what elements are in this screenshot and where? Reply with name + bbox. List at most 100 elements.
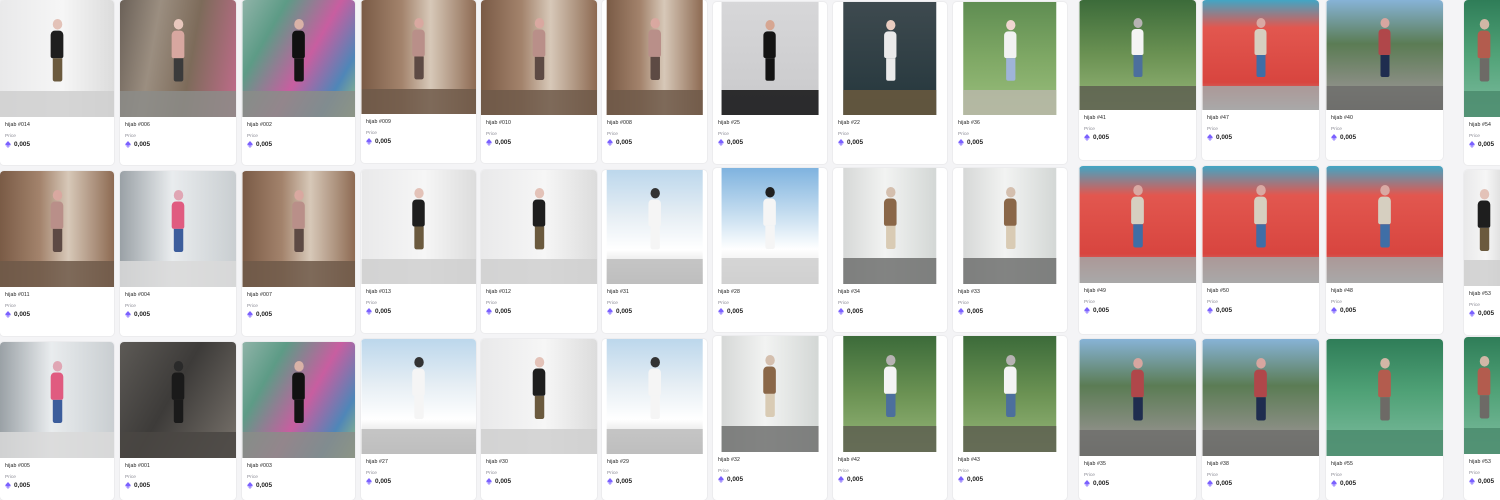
- nft-image[interactable]: [1326, 0, 1443, 110]
- nft-card[interactable]: hijab #22 Price 0,005: [833, 2, 947, 164]
- nft-title[interactable]: hijab #010: [486, 120, 593, 126]
- nft-card[interactable]: hijab #40 Price 0,005: [1326, 0, 1443, 160]
- nft-title[interactable]: hijab #35: [1084, 461, 1192, 467]
- nft-title[interactable]: hijab #47: [1207, 115, 1315, 121]
- nft-title[interactable]: hijab #006: [125, 122, 232, 128]
- nft-image[interactable]: [602, 0, 707, 115]
- nft-image[interactable]: [833, 2, 947, 115]
- nft-title[interactable]: hijab #014: [5, 122, 110, 128]
- nft-image[interactable]: [242, 342, 355, 458]
- nft-title[interactable]: hijab #005: [5, 463, 110, 469]
- nft-card[interactable]: hijab #005 Price 0,005: [0, 342, 114, 500]
- nft-title[interactable]: hijab #54: [1469, 122, 1500, 128]
- nft-image[interactable]: [713, 168, 827, 284]
- nft-title[interactable]: hijab #001: [125, 463, 232, 469]
- nft-card[interactable]: hijab #013 Price 0,005: [361, 170, 476, 333]
- nft-title[interactable]: hijab #009: [366, 119, 472, 125]
- nft-title[interactable]: hijab #28: [718, 289, 823, 295]
- nft-image[interactable]: [120, 0, 236, 117]
- nft-title[interactable]: hijab #50: [1207, 288, 1315, 294]
- nft-title[interactable]: hijab #013: [366, 289, 472, 295]
- nft-card[interactable]: hijab #48 Price 0,005: [1326, 166, 1443, 334]
- nft-image[interactable]: [953, 2, 1067, 115]
- nft-card[interactable]: hijab #43 Price 0,005: [953, 336, 1067, 500]
- nft-card[interactable]: hijab #41 Price 0,005: [1079, 0, 1196, 160]
- nft-title[interactable]: hijab #34: [838, 289, 943, 295]
- nft-image[interactable]: [481, 170, 597, 284]
- nft-title[interactable]: hijab #41: [1084, 115, 1192, 121]
- nft-card[interactable]: hijab #009 Price 0,005: [361, 0, 476, 163]
- nft-title[interactable]: hijab #008: [607, 120, 703, 126]
- nft-card[interactable]: hijab #35 Price 0,005: [1079, 339, 1196, 500]
- nft-card[interactable]: hijab #50 Price 0,005: [1202, 166, 1319, 334]
- nft-title[interactable]: hijab #31: [607, 289, 703, 295]
- nft-card[interactable]: hijab #42 Price 0,005: [833, 336, 947, 500]
- nft-image[interactable]: [833, 168, 947, 284]
- nft-title[interactable]: hijab #22: [838, 120, 943, 126]
- nft-title[interactable]: hijab #002: [247, 122, 351, 128]
- nft-image[interactable]: [1464, 0, 1500, 117]
- nft-card[interactable]: hijab #007 Price 0,005: [242, 171, 355, 336]
- nft-card[interactable]: hijab #006 Price 0,005: [120, 0, 236, 165]
- nft-title[interactable]: hijab #32: [718, 457, 823, 463]
- nft-card[interactable]: hijab #55 Price 0,005: [1326, 339, 1443, 500]
- nft-card[interactable]: hijab #31 Price 0,005: [602, 170, 707, 333]
- nft-card[interactable]: hijab #54 Price 0,005: [1464, 0, 1500, 165]
- nft-card[interactable]: hijab #25 Price 0,005: [713, 2, 827, 164]
- nft-card[interactable]: hijab #49 Price 0,005: [1079, 166, 1196, 334]
- nft-image[interactable]: [0, 342, 114, 458]
- nft-card[interactable]: hijab #27 Price 0,005: [361, 339, 476, 500]
- nft-title[interactable]: hijab #53: [1469, 459, 1500, 465]
- nft-card[interactable]: hijab #008 Price 0,005: [602, 0, 707, 163]
- nft-card[interactable]: hijab #003 Price 0,005: [242, 342, 355, 500]
- nft-title[interactable]: hijab #004: [125, 292, 232, 298]
- nft-title[interactable]: hijab #36: [958, 120, 1063, 126]
- nft-title[interactable]: hijab #55: [1331, 461, 1439, 467]
- nft-title[interactable]: hijab #38: [1207, 461, 1315, 467]
- nft-image[interactable]: [361, 0, 476, 114]
- nft-image[interactable]: [602, 339, 707, 454]
- nft-card[interactable]: hijab #53 Price 0,005: [1464, 170, 1500, 335]
- nft-card[interactable]: hijab #53 Price 0,005: [1464, 337, 1500, 500]
- nft-image[interactable]: [1464, 337, 1500, 454]
- nft-title[interactable]: hijab #42: [838, 457, 943, 463]
- nft-card[interactable]: hijab #001 Price 0,005: [120, 342, 236, 500]
- nft-title[interactable]: hijab #25: [718, 120, 823, 126]
- nft-image[interactable]: [1079, 0, 1196, 110]
- nft-image[interactable]: [1202, 166, 1319, 283]
- nft-image[interactable]: [0, 171, 114, 287]
- nft-image[interactable]: [1326, 339, 1443, 456]
- nft-card[interactable]: hijab #33 Price 0,005: [953, 168, 1067, 332]
- nft-title[interactable]: hijab #48: [1331, 288, 1439, 294]
- nft-card[interactable]: hijab #28 Price 0,005: [713, 168, 827, 332]
- nft-image[interactable]: [1202, 0, 1319, 110]
- nft-image[interactable]: [242, 0, 355, 117]
- nft-image[interactable]: [1464, 170, 1500, 286]
- nft-image[interactable]: [242, 171, 355, 287]
- nft-image[interactable]: [120, 171, 236, 287]
- nft-image[interactable]: [713, 2, 827, 115]
- nft-image[interactable]: [953, 168, 1067, 284]
- nft-title[interactable]: hijab #012: [486, 289, 593, 295]
- nft-card[interactable]: hijab #34 Price 0,005: [833, 168, 947, 332]
- nft-title[interactable]: hijab #011: [5, 292, 110, 298]
- nft-card[interactable]: hijab #011 Price 0,005: [0, 171, 114, 336]
- nft-title[interactable]: hijab #40: [1331, 115, 1439, 121]
- nft-card[interactable]: hijab #010 Price 0,005: [481, 0, 597, 163]
- nft-card[interactable]: hijab #38 Price 0,005: [1202, 339, 1319, 500]
- nft-image[interactable]: [953, 336, 1067, 452]
- nft-title[interactable]: hijab #33: [958, 289, 1063, 295]
- nft-card[interactable]: hijab #47 Price 0,005: [1202, 0, 1319, 160]
- nft-image[interactable]: [1326, 166, 1443, 283]
- nft-image[interactable]: [833, 336, 947, 452]
- nft-card[interactable]: hijab #36 Price 0,005: [953, 2, 1067, 164]
- nft-card[interactable]: hijab #004 Price 0,005: [120, 171, 236, 336]
- nft-title[interactable]: hijab #43: [958, 457, 1063, 463]
- nft-card[interactable]: hijab #32 Price 0,005: [713, 336, 827, 500]
- nft-image[interactable]: [361, 339, 476, 454]
- nft-card[interactable]: hijab #30 Price 0,005: [481, 339, 597, 500]
- nft-image[interactable]: [1079, 339, 1196, 456]
- nft-title[interactable]: hijab #007: [247, 292, 351, 298]
- nft-image[interactable]: [361, 170, 476, 284]
- nft-card[interactable]: hijab #002 Price 0,005: [242, 0, 355, 165]
